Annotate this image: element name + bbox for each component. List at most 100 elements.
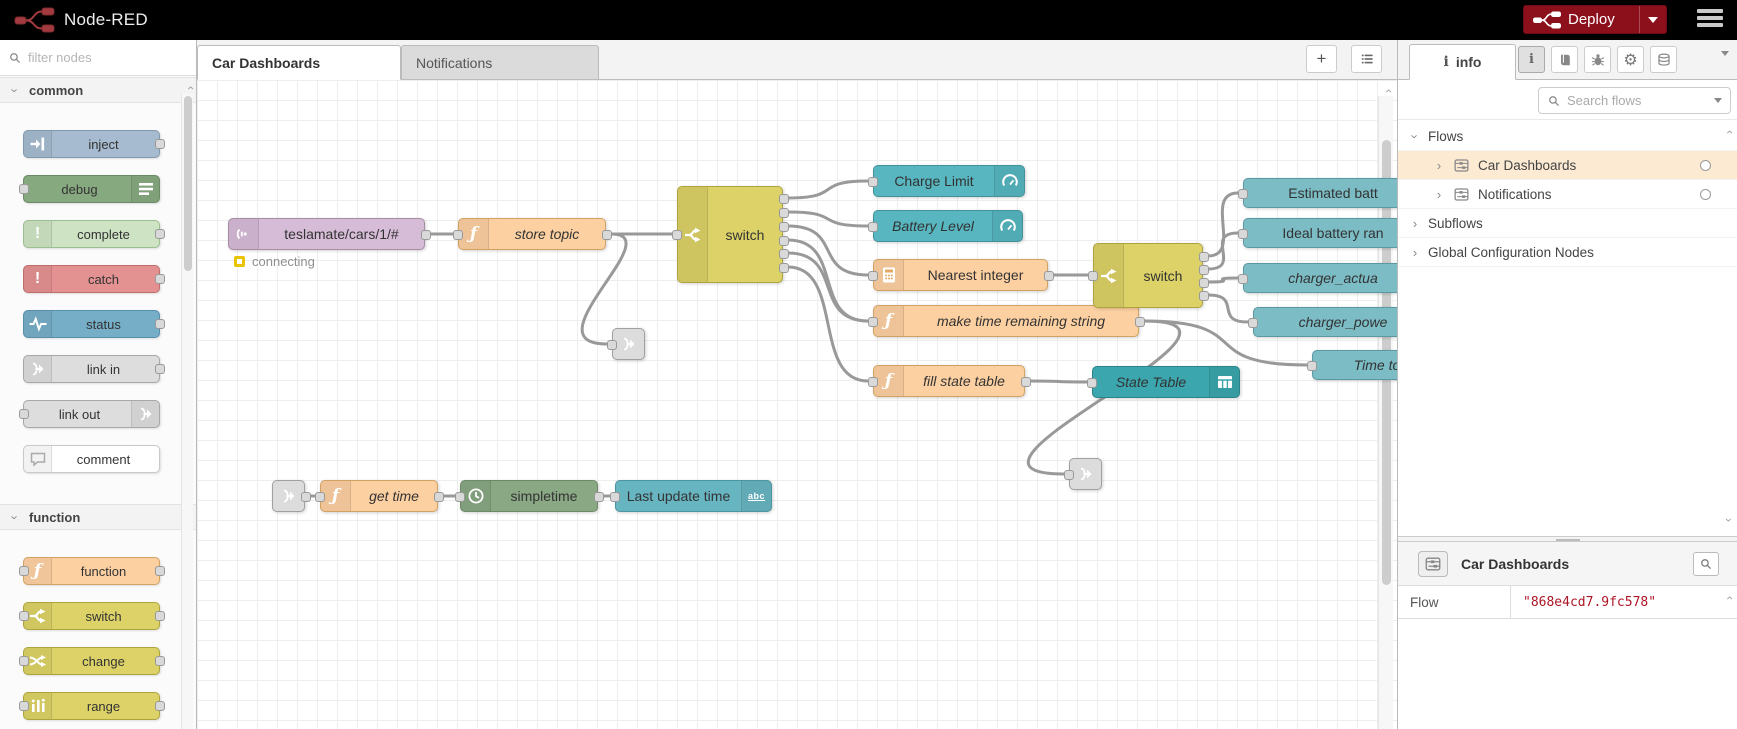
info-tab-button[interactable]: i (1518, 46, 1545, 73)
palette-node-switch[interactable]: switch (23, 602, 160, 630)
input-port[interactable] (19, 701, 29, 711)
output-port[interactable] (779, 222, 789, 232)
flow-node-get-time[interactable]: ƒget time (320, 480, 438, 512)
output-port[interactable] (155, 701, 165, 711)
config-nodes-tab-button[interactable]: ⚙ (1617, 46, 1644, 73)
flow-node-make-time-remaining[interactable]: ƒmake time remaining string (873, 305, 1139, 337)
palette-category-common[interactable]: ›common (0, 77, 196, 103)
flow-node-last-update-time[interactable]: abcLast update time (615, 480, 772, 512)
output-port[interactable] (1135, 317, 1145, 327)
flow-node-battery-level[interactable]: Battery Level (873, 210, 1023, 242)
palette-node-status[interactable]: status (23, 310, 160, 338)
tree-row-Global-Configuration-Nodes[interactable]: ›Global Configuration Nodes (1398, 238, 1737, 267)
debug-tab-button[interactable] (1584, 46, 1611, 73)
output-port[interactable] (155, 229, 165, 239)
output-port[interactable] (421, 230, 431, 240)
palette-node-function[interactable]: ƒfunction (23, 557, 160, 585)
palette-category-function[interactable]: ›function (0, 504, 196, 530)
output-port[interactable] (779, 208, 789, 218)
input-port[interactable] (607, 340, 617, 350)
flow-node-charger-actual[interactable]: charger_actua (1243, 263, 1397, 293)
search-flows-input[interactable] (1567, 93, 1714, 108)
output-port[interactable] (155, 656, 165, 666)
tree-scroll-down-icon[interactable]: › (1723, 518, 1735, 522)
chevron-right-icon[interactable]: › (1434, 158, 1444, 173)
input-port[interactable] (868, 222, 878, 232)
output-port[interactable] (155, 319, 165, 329)
help-tab-button[interactable] (1551, 46, 1578, 73)
input-port[interactable] (19, 409, 29, 419)
input-port[interactable] (868, 377, 878, 387)
output-port[interactable] (301, 492, 311, 502)
flow-node-state-table[interactable]: State Table (1092, 366, 1240, 398)
flow-node-switch-2[interactable]: switch (1093, 243, 1203, 308)
output-port[interactable] (779, 249, 789, 259)
flow-node-ideal-battery[interactable]: Ideal battery ran (1243, 218, 1397, 248)
flow-canvas[interactable]: › teslamate/cars/1/#connectingƒstore top… (197, 80, 1397, 729)
wire[interactable] (1208, 295, 1248, 322)
output-port[interactable] (1199, 265, 1209, 275)
palette-scroll-up-icon[interactable]: › (184, 86, 196, 90)
flow-node-link-out-a[interactable] (612, 328, 645, 360)
flow-node-estimated-battery[interactable]: Estimated batt (1243, 178, 1397, 208)
palette-node-complete[interactable]: !complete (23, 220, 160, 248)
tree-row-Flows[interactable]: ›Flows (1398, 122, 1737, 151)
wire[interactable] (1030, 381, 1087, 382)
input-port[interactable] (19, 611, 29, 621)
wire[interactable] (1208, 233, 1238, 269)
input-port[interactable] (868, 177, 878, 187)
main-menu-button[interactable] (1697, 9, 1723, 30)
output-port[interactable] (779, 263, 789, 273)
input-port[interactable] (315, 492, 325, 502)
flow-node-link-in-c[interactable] (272, 480, 305, 512)
input-port[interactable] (1307, 361, 1317, 371)
output-port[interactable] (1021, 377, 1031, 387)
palette-node-inject[interactable]: inject (23, 130, 160, 158)
output-port[interactable] (155, 364, 165, 374)
flow-node-charger-power[interactable]: charger_powe (1253, 307, 1397, 337)
flow-node-fill-state-table[interactable]: ƒfill state table (873, 365, 1025, 397)
panel-search-button[interactable] (1693, 552, 1719, 576)
output-port[interactable] (779, 194, 789, 204)
palette-node-link-in[interactable]: link in (23, 355, 160, 383)
tab-info[interactable]: i info (1409, 44, 1516, 80)
panel-scroll-up-icon[interactable]: › (1723, 596, 1735, 600)
flow-node-store-topic[interactable]: ƒstore topic (458, 218, 606, 250)
output-port[interactable] (602, 230, 612, 240)
palette-node-comment[interactable]: comment (23, 445, 160, 473)
deploy-button[interactable]: Deploy (1523, 5, 1667, 34)
input-port[interactable] (1088, 271, 1098, 281)
input-port[interactable] (868, 271, 878, 281)
chevron-right-icon[interactable]: › (1434, 187, 1444, 202)
input-port[interactable] (1064, 470, 1074, 480)
flow-node-charge-limit[interactable]: Charge Limit (873, 165, 1025, 197)
input-port[interactable] (19, 566, 29, 576)
flow-enable-toggle[interactable] (1700, 189, 1711, 200)
add-flow-button[interactable]: + (1306, 45, 1337, 73)
output-port[interactable] (779, 236, 789, 246)
input-port[interactable] (610, 492, 620, 502)
context-tab-button[interactable] (1650, 46, 1677, 73)
flow-node-time-to[interactable]: Time to (1312, 350, 1397, 380)
input-port[interactable] (19, 656, 29, 666)
output-port[interactable] (155, 139, 165, 149)
output-port[interactable] (155, 611, 165, 621)
input-port[interactable] (672, 230, 682, 240)
wire[interactable] (788, 253, 868, 321)
output-port[interactable] (155, 274, 165, 284)
flow-tab-Notifications[interactable]: Notifications (401, 45, 599, 80)
output-port[interactable] (1199, 291, 1209, 301)
input-port[interactable] (1238, 229, 1248, 239)
tree-row-Notifications[interactable]: ›Notifications (1398, 180, 1737, 209)
sidebar-overflow-caret[interactable] (1721, 56, 1729, 71)
flow-node-link-out-b[interactable] (1069, 458, 1102, 490)
palette-node-debug[interactable]: debug (23, 175, 160, 203)
output-port[interactable] (434, 492, 444, 502)
input-port[interactable] (19, 184, 29, 194)
palette-node-catch[interactable]: !catch (23, 265, 160, 293)
input-port[interactable] (1238, 189, 1248, 199)
flow-node-switch-1[interactable]: switch (677, 186, 783, 283)
search-flows-caret[interactable] (1714, 98, 1722, 103)
chevron-down-icon[interactable]: › (1408, 131, 1423, 141)
wire[interactable] (788, 212, 868, 226)
